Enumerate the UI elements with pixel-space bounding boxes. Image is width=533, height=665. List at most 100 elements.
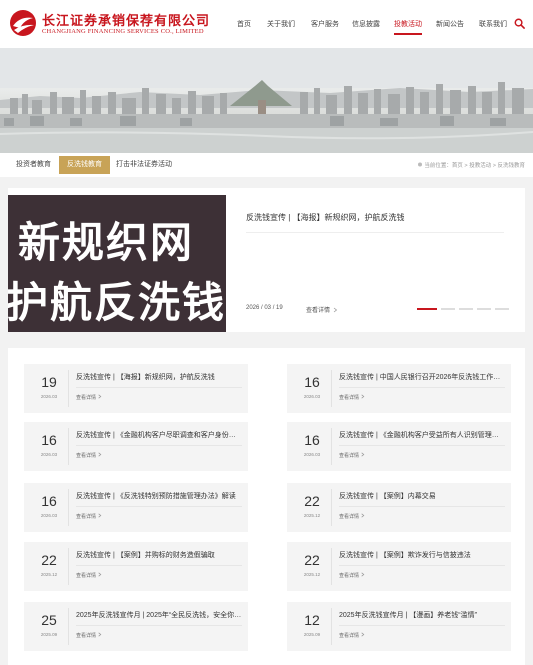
- nav-news[interactable]: 新闻公告: [436, 19, 464, 29]
- item-more-link[interactable]: 查看详情: [339, 452, 365, 459]
- chevron-right-icon: [333, 307, 337, 313]
- list-item[interactable]: 16 2026.03 反洗钱宣传 | 《金融机构客户受益所有人识别管理办法》 查…: [287, 422, 511, 471]
- item-more-label: 查看详情: [76, 453, 97, 459]
- featured-more-label: 查看详情: [306, 308, 331, 314]
- item-more-label: 查看详情: [76, 573, 97, 579]
- item-day: 12: [304, 612, 320, 628]
- item-rule: [76, 506, 242, 507]
- item-rule: [339, 565, 505, 566]
- item-title[interactable]: 反洗钱宣传 | 《金融机构客户受益所有人识别管理办法》: [339, 430, 505, 440]
- tab-anti-money-laundering[interactable]: 反洗钱教育: [59, 156, 110, 174]
- breadcrumb-current[interactable]: 反洗钱教育: [497, 163, 525, 169]
- item-year-month: 2025.12: [303, 513, 321, 518]
- slider-dot[interactable]: [441, 308, 455, 310]
- article-list: 19 2026.03 反洗钱宣传 | 【海报】新规织网，护航反洗钱 查看详情 1…: [8, 348, 525, 665]
- item-more-link[interactable]: 查看详情: [76, 572, 102, 579]
- item-more-link[interactable]: 查看详情: [339, 632, 365, 639]
- featured-date: 2026 / 03 / 19: [246, 305, 283, 311]
- item-year-month: 2026.03: [40, 513, 58, 518]
- item-year-month: 2026.03: [40, 394, 58, 399]
- nav-contact[interactable]: 联系我们: [479, 19, 507, 29]
- slider-dot[interactable]: [459, 308, 473, 310]
- list-item[interactable]: 16 2026.03 反洗钱宣传 | 中国人民银行召开2026年反洗钱工作会议 …: [287, 364, 511, 413]
- item-year-month: 2025.09: [40, 632, 58, 637]
- featured-poster-image[interactable]: 新规织网 护航反洗钱: [8, 195, 226, 332]
- item-more-label: 查看详情: [339, 633, 360, 639]
- item-title[interactable]: 反洗钱宣传 | 《反洗钱特别预防措施管理办法》解读: [76, 491, 242, 501]
- item-rule: [76, 625, 242, 626]
- item-title[interactable]: 2025年反洗钱宣传月 | 【漫画】养老钱“滥情”: [339, 610, 505, 620]
- item-more-label: 查看详情: [339, 453, 360, 459]
- item-divider: [68, 489, 69, 526]
- logo-mark-icon: [10, 10, 36, 36]
- slider-dot[interactable]: [495, 308, 509, 310]
- item-title[interactable]: 反洗钱宣传 | 中国人民银行召开2026年反洗钱工作会议: [339, 372, 505, 382]
- item-day: 16: [304, 374, 320, 390]
- item-divider: [68, 428, 69, 465]
- item-title[interactable]: 反洗钱宣传 | 《金融机构客户尽职调查和客户身份资料及交易记录保存管理办法》: [76, 430, 242, 440]
- tab-investor-education[interactable]: 投资者教育: [16, 156, 51, 174]
- nav-active-underline: [394, 33, 422, 35]
- item-more-link[interactable]: 查看详情: [76, 632, 102, 639]
- item-more-link[interactable]: 查看详情: [76, 394, 102, 401]
- item-day: 25: [41, 612, 57, 628]
- item-more-link[interactable]: 查看详情: [339, 572, 365, 579]
- nav-about[interactable]: 关于我们: [267, 19, 295, 29]
- slider-dot[interactable]: [417, 308, 437, 310]
- item-day: 16: [304, 432, 320, 448]
- item-title[interactable]: 反洗钱宣传 | 【案例】并购标的财务造假骗取: [76, 550, 242, 560]
- chevron-right-icon: [98, 632, 102, 637]
- item-more-label: 查看详情: [76, 633, 97, 639]
- list-item[interactable]: 22 2025.12 反洗钱宣传 | 【案例】内幕交易 查看详情: [287, 483, 511, 532]
- item-divider: [68, 370, 69, 407]
- featured-more-link[interactable]: 查看详情: [306, 305, 338, 314]
- list-item[interactable]: 25 2025.09 2025年反洗钱宣传月 | 2025年“全民反洗钱，安全你…: [24, 602, 248, 651]
- item-divider: [68, 608, 69, 645]
- nav-client-service[interactable]: 客户服务: [311, 19, 339, 29]
- item-more-link[interactable]: 查看详情: [76, 513, 102, 520]
- item-more-label: 查看详情: [76, 514, 97, 520]
- item-rule: [339, 387, 505, 388]
- slider-pagination: [417, 308, 509, 310]
- nav-home[interactable]: 首页: [237, 19, 251, 29]
- list-item[interactable]: 16 2026.03 反洗钱宣传 | 《金融机构客户尽职调查和客户身份资料及交易…: [24, 422, 248, 471]
- list-item[interactable]: 22 2025.12 反洗钱宣传 | 【案例】并购标的财务造假骗取 查看详情: [24, 542, 248, 591]
- nav-disclosure[interactable]: 信息披露: [352, 19, 380, 29]
- item-title[interactable]: 2025年反洗钱宣传月 | 2025年“全民反洗钱，安全你我他”: [76, 610, 242, 620]
- search-icon[interactable]: [514, 18, 525, 29]
- item-year-month: 2025.09: [303, 632, 321, 637]
- item-more-link[interactable]: 查看详情: [339, 513, 365, 520]
- logo-english-name: CHANGJIANG FINANCING SERVICES CO., LIMIT…: [42, 28, 204, 35]
- item-divider: [331, 428, 332, 465]
- breadcrumb-home[interactable]: 首页: [452, 163, 463, 169]
- item-day: 22: [304, 552, 320, 568]
- location-icon: [417, 162, 422, 167]
- item-day: 16: [41, 432, 57, 448]
- breadcrumb-section[interactable]: 投教活动: [469, 163, 491, 169]
- slider-dot[interactable]: [477, 308, 491, 310]
- list-item[interactable]: 19 2026.03 反洗钱宣传 | 【海报】新规织网，护航反洗钱 查看详情: [24, 364, 248, 413]
- breadcrumb-prefix: 当前位置：: [424, 163, 452, 169]
- breadcrumb: 当前位置：首页 > 投教活动 > 反洗钱教育: [417, 161, 525, 169]
- list-item[interactable]: 12 2025.09 2025年反洗钱宣传月 | 【漫画】养老钱“滥情” 查看详…: [287, 602, 511, 651]
- sub-nav-bar: 投资者教育 反洗钱教育 打击非法证券活动 当前位置：首页 > 投教活动 > 反洗…: [0, 153, 533, 177]
- item-rule: [339, 445, 505, 446]
- list-item[interactable]: 22 2025.12 反洗钱宣传 | 【案例】欺诈发行与信披违法 查看详情: [287, 542, 511, 591]
- nav-investor-education[interactable]: 投教活动: [394, 19, 422, 29]
- item-year-month: 2026.03: [303, 452, 321, 457]
- chevron-right-icon: [361, 513, 365, 518]
- tab-illegal-securities[interactable]: 打击非法证券活动: [116, 156, 172, 174]
- featured-title[interactable]: 反洗钱宣传 | 【海报】新规织网，护航反洗钱: [246, 212, 405, 223]
- item-title[interactable]: 反洗钱宣传 | 【案例】欺诈发行与信披违法: [339, 550, 505, 560]
- item-title[interactable]: 反洗钱宣传 | 【海报】新规织网，护航反洗钱: [76, 372, 242, 382]
- item-title[interactable]: 反洗钱宣传 | 【案例】内幕交易: [339, 491, 505, 501]
- item-more-label: 查看详情: [76, 395, 97, 401]
- banner-image: [0, 48, 533, 153]
- item-more-link[interactable]: 查看详情: [76, 452, 102, 459]
- list-item[interactable]: 16 2026.03 反洗钱宣传 | 《反洗钱特别预防措施管理办法》解读 查看详…: [24, 483, 248, 532]
- item-more-link[interactable]: 查看详情: [339, 394, 365, 401]
- chevron-right-icon: [98, 452, 102, 457]
- chevron-right-icon: [98, 394, 102, 399]
- city-skyline-picture: [0, 48, 533, 153]
- company-logo[interactable]: 长江证券承销保荐有限公司 CHANGJIANG FINANCING SERVIC…: [8, 8, 209, 40]
